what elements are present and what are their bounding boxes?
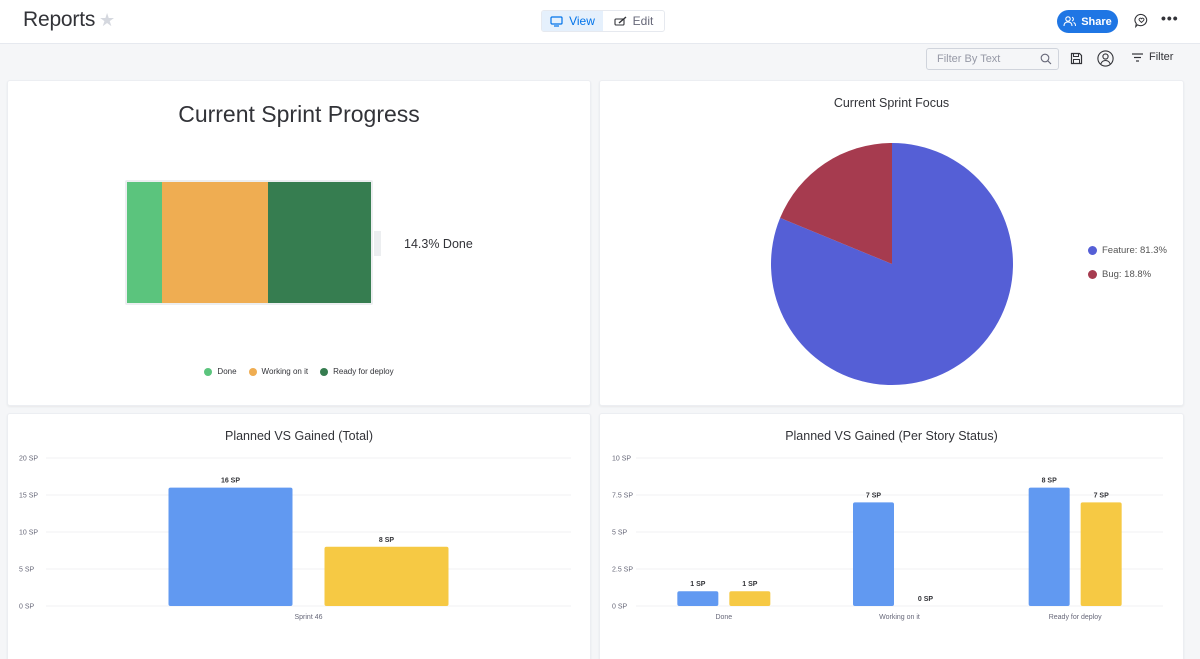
legend-dot xyxy=(204,367,213,376)
battery-segment-working-on-it xyxy=(161,182,269,303)
percent-done-label: 14.3% Done xyxy=(404,237,473,251)
edit-mode-button[interactable]: Edit xyxy=(603,11,664,31)
y-tick-label: 5 SP xyxy=(19,567,35,574)
planned-vs-gained-status-widget: Planned VS Gained (Per Story Status) 0 S… xyxy=(599,413,1184,659)
y-tick-label: 5 SP xyxy=(612,530,628,537)
person-filter-icon[interactable] xyxy=(1097,50,1114,67)
share-label: Share xyxy=(1081,15,1112,28)
legend-item-ready: Ready for deploy xyxy=(320,367,394,376)
y-tick-label: 7.5 SP xyxy=(612,493,633,500)
x-category-label: Ready for deploy xyxy=(1049,614,1102,621)
sprint-progress-widget: Current Sprint Progress 14.3% Done Done … xyxy=(7,80,591,406)
bar-planned[interactable] xyxy=(1028,487,1070,606)
sprint-focus-widget: Current Sprint Focus Feature: 81.3% Bug:… xyxy=(599,80,1184,406)
legend-item-feature: Feature: 81.3% xyxy=(1088,244,1167,256)
bar-chart-per-status: 0 SP 2.5 SP 5 SP 7.5 SP 10 SP 1 SP 1 SP Done 7 S… xyxy=(612,456,1163,621)
bar-value-label: 0 SP xyxy=(918,596,934,603)
bar-gained[interactable] xyxy=(1080,502,1122,606)
y-tick-label: 0 SP xyxy=(19,604,35,611)
widget-title: Current Sprint Progress xyxy=(178,101,420,127)
progress-legend: Done Working on it Ready for deploy xyxy=(8,367,590,376)
bar-value-label: 7 SP xyxy=(1094,492,1110,499)
bar-planned[interactable] xyxy=(677,591,719,606)
more-dots-icon[interactable]: ••• xyxy=(1161,11,1178,27)
bar-value-label: 7 SP xyxy=(866,492,882,499)
bar-value-label: 16 SP xyxy=(221,478,240,485)
legend-dot xyxy=(248,367,257,376)
planned-vs-gained-total-widget: Planned VS Gained (Total) 0 SP 5 SP 10 SP 1… xyxy=(7,413,591,659)
users-icon xyxy=(1063,16,1077,27)
legend-dot xyxy=(320,367,329,376)
y-tick-label: 20 SP xyxy=(19,456,38,463)
monitor-icon xyxy=(550,15,563,27)
bar-chart-total: 0 SP 5 SP 10 SP 15 SP 20 SP 16 SP 8 SP Sprint 4… xyxy=(19,456,571,621)
battery-segment-done xyxy=(127,182,162,303)
share-button[interactable]: Share xyxy=(1057,10,1118,33)
search-icon[interactable] xyxy=(1040,53,1052,65)
battery-segment-ready-for-deploy xyxy=(268,182,371,303)
bar-planned[interactable] xyxy=(168,487,293,606)
bar-planned[interactable] xyxy=(853,502,894,606)
battery-tip xyxy=(374,231,381,256)
legend-label: Ready for deploy xyxy=(333,367,394,376)
view-mode-button[interactable]: View xyxy=(542,11,603,31)
x-category-label: Sprint 46 xyxy=(294,614,322,621)
bar-value-label: 1 SP xyxy=(690,581,706,588)
view-mode-toggle: View Edit xyxy=(541,10,665,32)
edit-icon xyxy=(614,15,627,26)
legend-label: Done xyxy=(217,367,237,376)
pie-legend: Feature: 81.3% Bug: 18.8% xyxy=(1088,244,1167,292)
view-mode-label: View xyxy=(569,14,595,28)
bar-value-label: 8 SP xyxy=(1042,478,1058,485)
bar-value-label: 8 SP xyxy=(379,537,395,544)
legend-item-bug: Bug: 18.8% xyxy=(1088,268,1167,280)
star-icon[interactable]: ★ xyxy=(99,11,117,29)
legend-label: Bug: 18.8% xyxy=(1102,268,1152,280)
x-category-label: Working on it xyxy=(879,614,920,621)
bar-gained[interactable] xyxy=(729,591,771,606)
progress-battery xyxy=(125,180,373,305)
y-tick-label: 2.5 SP xyxy=(612,567,633,574)
filter-label: Filter xyxy=(1149,51,1174,63)
legend-label: Feature: 81.3% xyxy=(1102,244,1167,256)
filter-icon xyxy=(1132,52,1143,62)
top-bar: Reports ★ View Edit Share ••• xyxy=(0,0,1200,44)
legend-label: Working on it xyxy=(261,367,309,376)
y-tick-label: 15 SP xyxy=(19,493,38,500)
x-category-label: Done xyxy=(715,614,732,621)
legend-item-working: Working on it xyxy=(248,367,309,376)
legend-dot xyxy=(1088,245,1097,255)
legend-item-done: Done xyxy=(204,367,237,376)
save-icon[interactable] xyxy=(1070,52,1083,65)
filter-by-text-input[interactable] xyxy=(927,49,1058,69)
legend-dot xyxy=(1088,269,1097,279)
edit-mode-label: Edit xyxy=(632,14,654,28)
filter-by-text-field[interactable] xyxy=(926,48,1059,70)
chat-icon[interactable] xyxy=(1134,13,1149,28)
y-tick-label: 10 SP xyxy=(19,530,38,537)
page-title: Reports xyxy=(23,8,96,31)
filter-button[interactable]: Filter xyxy=(1132,51,1173,63)
y-tick-label: 0 SP xyxy=(612,604,628,611)
y-tick-label: 10 SP xyxy=(612,456,631,463)
bar-gained[interactable] xyxy=(324,546,449,606)
bar-value-label: 1 SP xyxy=(742,581,758,588)
